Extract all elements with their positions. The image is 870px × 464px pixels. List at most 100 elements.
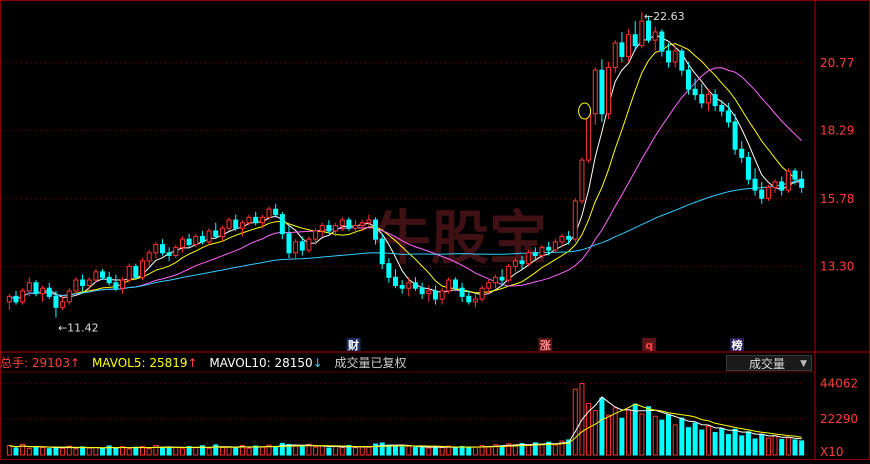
volume-legend: 总手: 29103↑ MAVOL5: 25819↑ MAVOL10: 28150… — [0, 354, 815, 372]
candle[interactable] — [626, 29, 632, 62]
candle[interactable] — [699, 83, 705, 109]
candle[interactable] — [213, 222, 219, 240]
volume-bar — [133, 446, 139, 456]
candle[interactable] — [219, 225, 225, 242]
candle[interactable] — [60, 296, 66, 311]
candle-body — [246, 216, 252, 224]
candle[interactable] — [506, 263, 512, 283]
candle[interactable] — [306, 236, 312, 253]
candle[interactable] — [479, 285, 485, 302]
candle[interactable] — [133, 263, 139, 281]
candle[interactable] — [186, 233, 192, 248]
candle[interactable] — [785, 168, 791, 193]
candle[interactable] — [799, 171, 805, 193]
candle[interactable] — [253, 211, 259, 226]
candle[interactable] — [179, 236, 185, 253]
candle[interactable] — [599, 59, 605, 122]
candle[interactable] — [206, 228, 212, 245]
candle[interactable] — [659, 29, 665, 57]
candle[interactable] — [426, 285, 432, 302]
candle[interactable] — [759, 181, 765, 204]
candle[interactable] — [439, 288, 445, 305]
candle[interactable] — [612, 40, 618, 73]
candle[interactable] — [226, 217, 232, 231]
candle[interactable] — [326, 220, 332, 234]
candle[interactable] — [273, 203, 279, 218]
candle[interactable] — [705, 89, 711, 112]
volume-bar — [299, 446, 305, 456]
candle[interactable] — [712, 89, 718, 112]
candle[interactable] — [13, 290, 19, 305]
indicator-select[interactable]: 成交量 ▼ — [726, 355, 812, 371]
volume-bar — [412, 447, 418, 456]
candle[interactable] — [419, 282, 425, 300]
candle[interactable] — [432, 285, 438, 305]
candle[interactable] — [492, 274, 498, 289]
candle[interactable] — [606, 61, 612, 120]
candle[interactable] — [752, 168, 758, 196]
candle-body — [26, 282, 32, 292]
candle[interactable] — [765, 184, 771, 201]
volume-tick-label: 22290 — [820, 412, 858, 426]
candle[interactable] — [33, 280, 39, 297]
candle[interactable] — [66, 288, 72, 305]
candle[interactable] — [566, 230, 572, 245]
candle[interactable] — [466, 290, 472, 305]
candle-body — [186, 238, 192, 246]
candle[interactable] — [126, 263, 132, 283]
candle[interactable] — [146, 250, 152, 267]
candle[interactable] — [73, 277, 79, 294]
volume-bar — [166, 446, 172, 456]
candle[interactable] — [80, 274, 86, 291]
candle[interactable] — [159, 239, 165, 256]
candle[interactable] — [120, 277, 126, 294]
candle[interactable] — [652, 26, 658, 52]
candle-body — [213, 230, 219, 237]
candle[interactable] — [166, 247, 172, 261]
event-marker[interactable]: 财 — [346, 338, 361, 352]
candle[interactable] — [139, 258, 145, 281]
event-marker[interactable]: q — [642, 338, 657, 352]
candle[interactable] — [379, 233, 385, 270]
candle-body — [512, 260, 518, 267]
stock-chart[interactable]: 牛股宝 20.7718.2915.7813.304406222290X10 财涨… — [0, 0, 870, 460]
event-markers[interactable]: 财涨q榜 — [346, 338, 745, 352]
candle[interactable] — [579, 157, 585, 204]
candle[interactable] — [572, 198, 578, 242]
candle[interactable] — [319, 222, 325, 237]
candle[interactable] — [745, 151, 751, 185]
candle[interactable] — [6, 293, 12, 311]
candle[interactable] — [592, 67, 598, 125]
candle[interactable] — [233, 214, 239, 231]
candle[interactable] — [412, 277, 418, 291]
candle[interactable] — [40, 285, 46, 302]
candle[interactable] — [153, 241, 159, 259]
candle[interactable] — [459, 282, 465, 302]
candle[interactable] — [20, 288, 26, 305]
candle[interactable] — [472, 293, 478, 308]
event-marker[interactable]: 涨 — [538, 338, 553, 352]
candle[interactable] — [286, 225, 292, 259]
candle[interactable] — [100, 269, 106, 281]
candle[interactable] — [106, 271, 112, 286]
candle[interactable] — [446, 277, 452, 294]
event-marker[interactable]: 榜 — [730, 338, 745, 352]
candle[interactable] — [279, 211, 285, 240]
candle-body — [672, 50, 678, 63]
candle-body — [106, 276, 112, 284]
candle[interactable] — [113, 274, 119, 291]
candle[interactable] — [346, 217, 352, 231]
candle-body — [206, 230, 212, 243]
candle[interactable] — [632, 21, 638, 52]
candle[interactable] — [526, 250, 532, 267]
candle[interactable] — [173, 244, 179, 259]
candle[interactable] — [239, 220, 245, 237]
candle[interactable] — [679, 48, 685, 76]
candle[interactable] — [779, 176, 785, 196]
candle[interactable] — [772, 179, 778, 193]
candle[interactable] — [619, 31, 625, 62]
candle[interactable] — [46, 282, 52, 300]
candle[interactable] — [399, 280, 405, 294]
candle[interactable] — [739, 141, 745, 163]
candle[interactable] — [293, 239, 299, 259]
